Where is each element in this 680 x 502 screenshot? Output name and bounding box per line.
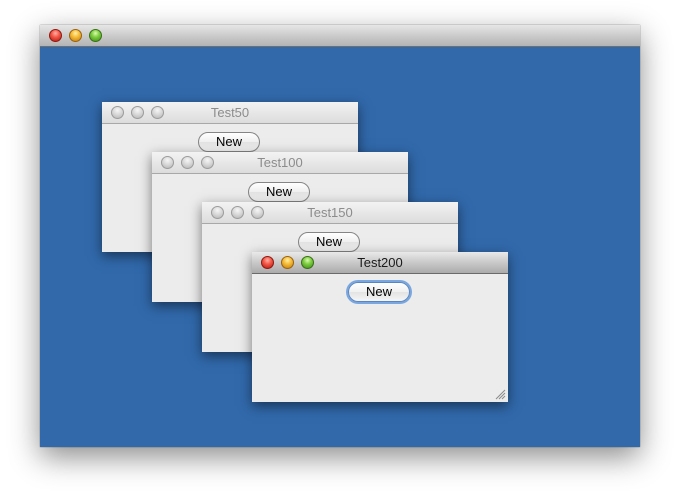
resize-grip-icon[interactable] [495,389,506,400]
window-titlebar[interactable]: Test100 [152,152,408,174]
new-button[interactable]: New [348,282,410,302]
window-title: Test200 [357,255,403,270]
new-button[interactable]: New [298,232,360,252]
window-content: New [252,274,508,402]
new-button[interactable]: New [198,132,260,152]
window-titlebar[interactable]: Test200 [252,252,508,274]
main-titlebar[interactable] [40,25,640,47]
zoom-icon[interactable] [89,29,102,42]
new-button[interactable]: New [248,182,310,202]
internal-window-test200[interactable]: Test200 New [252,252,508,402]
window-title: Test100 [257,155,303,170]
close-icon[interactable] [49,29,62,42]
window-titlebar[interactable]: Test150 [202,202,458,224]
window-titlebar[interactable]: Test50 [102,102,358,124]
minimize-icon[interactable] [69,29,82,42]
window-title: Test50 [210,105,250,120]
window-title: Test150 [307,205,353,220]
